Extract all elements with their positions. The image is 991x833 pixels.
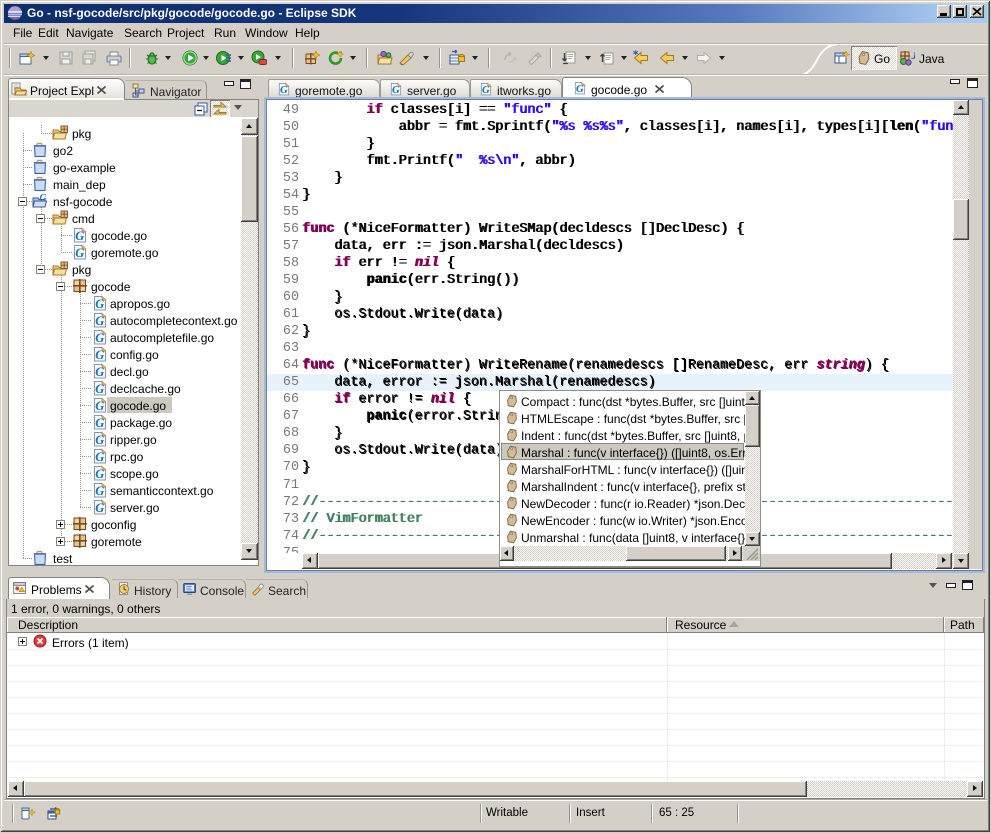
svg-text:G: G — [95, 348, 104, 362]
svg-text:G: G — [95, 382, 104, 396]
svg-text:G: G — [95, 314, 104, 328]
svg-text:G: G — [95, 484, 104, 498]
svg-text:G: G — [576, 84, 584, 95]
svg-text:G: G — [75, 229, 84, 243]
svg-text:G: G — [39, 193, 47, 204]
svg-text:G: G — [95, 450, 104, 464]
svg-text:G: G — [95, 433, 104, 447]
svg-text:G: G — [95, 365, 104, 379]
svg-text:G: G — [75, 246, 84, 260]
svg-text:G: G — [392, 85, 400, 96]
svg-text:G: G — [95, 297, 104, 311]
svg-text:G: G — [95, 467, 104, 481]
svg-text:G: G — [95, 331, 104, 345]
svg-text:G: G — [95, 416, 104, 430]
svg-text:G: G — [95, 399, 104, 413]
svg-text:G: G — [95, 501, 104, 515]
svg-text:J: J — [911, 50, 916, 62]
svg-text:G: G — [280, 85, 288, 96]
svg-text:G: G — [482, 85, 490, 96]
